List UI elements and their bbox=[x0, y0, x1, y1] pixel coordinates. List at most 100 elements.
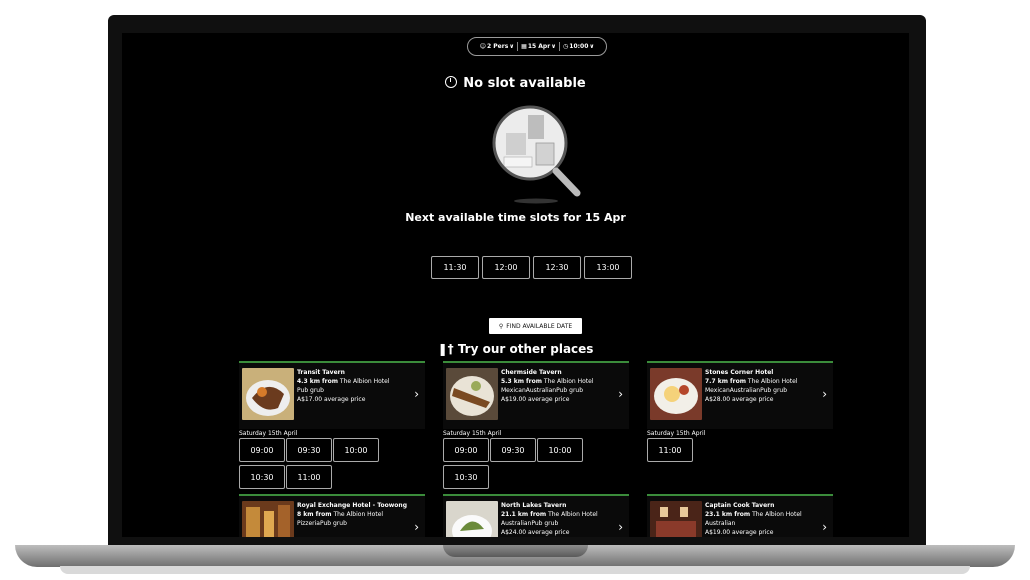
place-date-label: Saturday 15th April bbox=[443, 430, 502, 437]
place-photo bbox=[650, 368, 702, 420]
date-value: 15 Apr bbox=[527, 43, 551, 50]
laptop-shadow bbox=[60, 566, 970, 574]
place-date-label: Saturday 15th April bbox=[647, 430, 706, 437]
place-slots: 09:00 09:30 10:00 10:30 bbox=[443, 438, 629, 491]
divider bbox=[559, 42, 561, 51]
no-slot-heading: No slot available bbox=[122, 76, 909, 91]
place-cuisine: MexicanAustralianPub grub bbox=[705, 387, 788, 394]
cutlery-icon: ❚† bbox=[437, 342, 454, 356]
place-name: Stones Corner Hotel bbox=[705, 369, 774, 376]
place-card[interactable]: Chermside Tavern 5.3 km from The Albion … bbox=[443, 361, 629, 491]
chevron-right-icon[interactable]: › bbox=[414, 387, 419, 401]
place-from: The Albion Hotel bbox=[747, 378, 798, 385]
place-photo bbox=[242, 501, 294, 537]
place-distance: 7.7 km from bbox=[705, 378, 746, 385]
place-price: A$19.00 average price bbox=[501, 396, 570, 403]
find-available-date-button[interactable]: ⚲ FIND AVAILABLE DATE bbox=[489, 318, 582, 334]
place-card[interactable]: Captain Cook Tavern 23.1 km from The Alb… bbox=[647, 494, 833, 537]
time-slot-button[interactable]: 09:00 bbox=[443, 438, 489, 462]
other-places-heading: ❚† Try our other places bbox=[122, 342, 909, 356]
time-slot-button[interactable]: 11:00 bbox=[647, 438, 693, 462]
place-slots: 11:00 bbox=[647, 438, 833, 464]
place-card[interactable]: Stones Corner Hotel 7.7 km from The Albi… bbox=[647, 361, 833, 464]
booking-selector[interactable]: ☺ 2 Pers ∨ ▦ 15 Apr ∨ ◷ 10:00 ∨ bbox=[467, 37, 607, 56]
place-card[interactable]: North Lakes Tavern 21.1 km from The Albi… bbox=[443, 494, 629, 537]
place-cuisine: PizzeriaPub grub bbox=[297, 520, 347, 527]
place-photo bbox=[650, 501, 702, 537]
place-cuisine: MexicanAustralianPub grub bbox=[501, 387, 584, 394]
chevron-right-icon[interactable]: › bbox=[822, 520, 827, 534]
place-name: Chermside Tavern bbox=[501, 369, 562, 376]
no-slot-text: No slot available bbox=[463, 76, 586, 91]
place-price: A$19.00 average price bbox=[705, 529, 774, 536]
place-from: The Albion Hotel bbox=[339, 378, 390, 385]
place-photo bbox=[446, 501, 498, 537]
chevron-down-icon: ∨ bbox=[589, 43, 595, 50]
place-photo bbox=[242, 368, 294, 420]
next-slots-heading: Next available time slots for 15 Apr bbox=[405, 211, 626, 224]
place-distance: 8 km from bbox=[297, 511, 332, 518]
time-slot-button[interactable]: 10:30 bbox=[239, 465, 285, 489]
time-slot-button[interactable]: 13:00 bbox=[584, 256, 632, 279]
place-cuisine: AustralianPub grub bbox=[501, 520, 559, 527]
place-distance: 23.1 km from bbox=[705, 511, 751, 518]
time-slot-button[interactable]: 12:30 bbox=[533, 256, 581, 279]
time-slot-button[interactable]: 10:00 bbox=[333, 438, 379, 462]
place-card-header[interactable]: North Lakes Tavern 21.1 km from The Albi… bbox=[443, 494, 629, 537]
chevron-right-icon[interactable]: › bbox=[822, 387, 827, 401]
place-card-header[interactable]: Chermside Tavern 5.3 km from The Albion … bbox=[443, 361, 629, 429]
time-slot-button[interactable]: 10:30 bbox=[443, 465, 489, 489]
place-price: A$24.00 average price bbox=[501, 529, 570, 536]
chevron-down-icon: ∨ bbox=[509, 43, 515, 50]
place-price: A$28.00 average price bbox=[705, 396, 774, 403]
place-from: The Albion Hotel bbox=[543, 378, 594, 385]
place-card[interactable]: Royal Exchange Hotel - Toowong 8 km from… bbox=[239, 494, 425, 537]
date-selector[interactable]: ▦ 15 Apr ∨ bbox=[521, 43, 556, 50]
find-button-label: FIND AVAILABLE DATE bbox=[506, 322, 573, 330]
place-name: Transit Tavern bbox=[297, 369, 345, 376]
time-slot-button[interactable]: 11:30 bbox=[431, 256, 479, 279]
chevron-right-icon[interactable]: › bbox=[618, 520, 623, 534]
place-card[interactable]: Transit Tavern 4.3 km from The Albion Ho… bbox=[239, 361, 425, 491]
place-name: Captain Cook Tavern bbox=[705, 502, 775, 509]
place-from: The Albion Hotel bbox=[752, 511, 802, 518]
laptop-notch bbox=[443, 545, 588, 557]
place-card-header[interactable]: Royal Exchange Hotel - Toowong 8 km from… bbox=[239, 494, 425, 537]
place-name: Royal Exchange Hotel - Toowong bbox=[297, 502, 407, 509]
place-distance: 5.3 km from bbox=[501, 378, 542, 385]
time-slot-button[interactable]: 09:00 bbox=[239, 438, 285, 462]
next-slots-row: 11:30 12:00 12:30 13:00 bbox=[431, 256, 632, 279]
chevron-down-icon: ∨ bbox=[551, 43, 557, 50]
place-distance: 4.3 km from bbox=[297, 378, 338, 385]
place-price: A$17.00 average price bbox=[297, 396, 366, 403]
persons-value: 2 Pers bbox=[487, 43, 509, 50]
time-slot-button[interactable]: 10:00 bbox=[537, 438, 583, 462]
time-slot-button[interactable]: 09:30 bbox=[286, 438, 332, 462]
time-value: 10:00 bbox=[569, 43, 589, 50]
place-photo bbox=[446, 368, 498, 420]
place-name: North Lakes Tavern bbox=[501, 502, 567, 509]
place-cuisine: Australian bbox=[705, 520, 736, 527]
app-screen: ☺ 2 Pers ∨ ▦ 15 Apr ∨ ◷ 10:00 ∨ No slot … bbox=[122, 33, 909, 537]
clock-icon: ◷ bbox=[563, 43, 569, 50]
place-cuisine: Pub grub bbox=[297, 387, 324, 394]
place-card-header[interactable]: Transit Tavern 4.3 km from The Albion Ho… bbox=[239, 361, 425, 429]
place-card-header[interactable]: Captain Cook Tavern 23.1 km from The Alb… bbox=[647, 494, 833, 537]
chevron-right-icon[interactable]: › bbox=[618, 387, 623, 401]
time-slot-button[interactable]: 11:00 bbox=[286, 465, 332, 489]
place-from: The Albion Hotel bbox=[548, 511, 598, 518]
place-card-header[interactable]: Stones Corner Hotel 7.7 km from The Albi… bbox=[647, 361, 833, 429]
time-slot-button[interactable]: 12:00 bbox=[482, 256, 530, 279]
place-from: The Albion Hotel bbox=[333, 511, 384, 518]
place-distance: 21.1 km from bbox=[501, 511, 547, 518]
time-selector[interactable]: ◷ 10:00 ∨ bbox=[563, 43, 594, 50]
time-slot-button[interactable]: 09:30 bbox=[490, 438, 536, 462]
search-icon: ⚲ bbox=[498, 322, 504, 330]
calendar-icon: ▦ bbox=[521, 43, 527, 50]
clock-icon bbox=[445, 76, 458, 88]
chevron-right-icon[interactable]: › bbox=[414, 520, 419, 534]
other-places-text: Try our other places bbox=[457, 342, 594, 356]
place-slots: 09:00 09:30 10:00 10:30 11:00 bbox=[239, 438, 425, 491]
persons-selector[interactable]: ☺ 2 Pers ∨ bbox=[480, 43, 514, 50]
magnifier-illustration bbox=[492, 105, 581, 204]
